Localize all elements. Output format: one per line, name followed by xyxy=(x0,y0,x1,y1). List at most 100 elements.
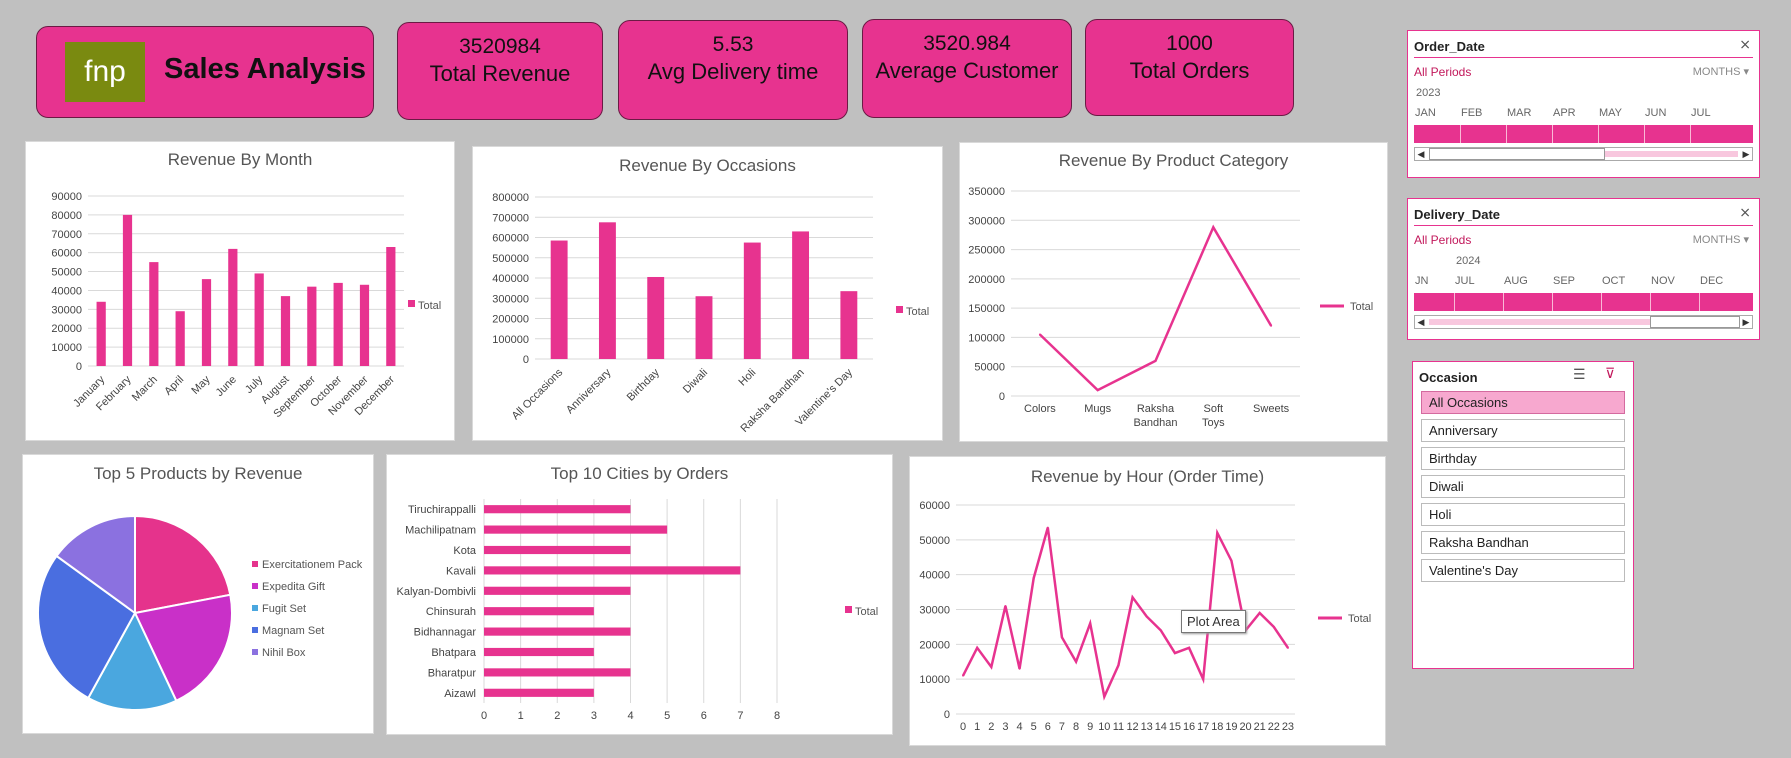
x-tick-label: 23 xyxy=(1282,721,1294,733)
y-tick-label: 500000 xyxy=(492,253,529,265)
clear-filter-icon[interactable]: ⊽ xyxy=(1605,365,1615,382)
y-tick-label: 20000 xyxy=(919,639,950,651)
plot-area-tooltip: Plot Area xyxy=(1181,610,1246,633)
point-8 xyxy=(1075,660,1078,663)
scroll-right-icon[interactable]: ▶ xyxy=(1740,316,1752,328)
x-tick-label: Colors xyxy=(1024,403,1056,415)
legend-swatch xyxy=(252,627,258,633)
granularity-dropdown[interactable]: MONTHS ▾ xyxy=(1693,233,1749,246)
point-23 xyxy=(1286,646,1289,649)
x-tick-label: 7 xyxy=(737,710,743,722)
all-periods-label[interactable]: All Periods xyxy=(1414,65,1471,79)
chart-title: Revenue By Occasions xyxy=(619,156,796,175)
month-label: AUG xyxy=(1504,275,1528,287)
scroll-thumb[interactable] xyxy=(1429,148,1605,160)
y-tick-label: Kalyan-Dombivli xyxy=(397,586,476,598)
chart-top5-products[interactable]: Top 5 Products by Revenue Exercitationem … xyxy=(22,454,374,734)
x-tick-label: 21 xyxy=(1254,721,1266,733)
legend-swatch xyxy=(252,649,258,655)
month-labels: JAN FEB MAR APR MAY JUN JUL xyxy=(1414,107,1753,121)
x-tick-label: 12 xyxy=(1126,721,1138,733)
y-tick-label: 0 xyxy=(76,361,82,373)
delivery-date-timeline-slicer[interactable]: Delivery_Date ⨯ All Periods MONTHS ▾ 202… xyxy=(1407,198,1760,340)
chart-title: Top 5 Products by Revenue xyxy=(94,464,303,483)
chart-revenue-by-hour[interactable]: Revenue by Hour (Order Time) 0 10000 20000 3… xyxy=(909,456,1386,746)
x-tick-label: Mugs xyxy=(1084,403,1111,415)
legend-label: Fugit Set xyxy=(262,603,306,615)
occasion-item-diwali[interactable]: Diwali xyxy=(1421,475,1625,498)
occasion-item-holi[interactable]: Holi xyxy=(1421,503,1625,526)
chart-svg: Top 10 Cities by Orders 0 1 2 3 4 5 6 7 8 Tiruchir… xyxy=(397,464,879,722)
all-periods-label[interactable]: All Periods xyxy=(1414,233,1471,247)
point-6 xyxy=(1046,526,1049,529)
x-tick-label: 3 xyxy=(591,710,597,722)
x-tick-label: 9 xyxy=(1087,721,1093,733)
granularity-dropdown[interactable]: MONTHS ▾ xyxy=(1693,65,1749,78)
occasion-item-raksha-bandhan[interactable]: Raksha Bandhan xyxy=(1421,531,1625,554)
timeline-scrollbar[interactable]: ◀ ▶ xyxy=(1414,315,1753,329)
scroll-left-icon[interactable]: ◀ xyxy=(1415,316,1427,328)
bar-holi xyxy=(743,242,761,359)
x-tick-label: 2 xyxy=(988,721,994,733)
legend-label: Nihil Box xyxy=(262,647,306,659)
point-9 xyxy=(1089,622,1092,625)
occasion-slicer[interactable]: Occasion ☰ ⊽ All Occasions Anniversary B… xyxy=(1412,361,1634,669)
y-tick-label: 30000 xyxy=(51,304,82,316)
occasion-item-birthday[interactable]: Birthday xyxy=(1421,447,1625,470)
kpi-value: 3520.984 xyxy=(923,32,1011,55)
x-tick-label: 13 xyxy=(1141,721,1153,733)
kpi-label: Average Customer xyxy=(875,58,1059,83)
y-tick-label: Machilipatnam xyxy=(405,525,476,537)
y-tick-label: 350000 xyxy=(968,186,1005,198)
kpi-value: 3520984 xyxy=(459,35,541,58)
legend-label: Exercitationem Pack xyxy=(262,559,363,571)
bar-bidhannagar xyxy=(484,627,631,636)
y-tick-label: 10000 xyxy=(51,342,82,354)
point-14 xyxy=(1159,629,1162,632)
chart-top10-cities[interactable]: Top 10 Cities by Orders 0 1 2 3 4 5 6 7 8 Tiruchir… xyxy=(386,454,893,735)
x-tick-label: July xyxy=(243,373,266,396)
y-tick-label: Aizawl xyxy=(444,688,476,700)
point-16 xyxy=(1188,646,1191,649)
month-label: JUN xyxy=(1645,107,1667,119)
bar-october xyxy=(333,282,343,366)
bar-june xyxy=(228,248,238,366)
x-tick-label: 10 xyxy=(1098,721,1110,733)
y-tick-label: Bhatpara xyxy=(431,647,477,659)
y-tick-label: 50000 xyxy=(974,362,1005,374)
x-tick-label: 22 xyxy=(1268,721,1280,733)
month-label: OCT xyxy=(1602,275,1626,287)
chart-title: Revenue By Month xyxy=(168,150,313,169)
chart-revenue-by-product-category[interactable]: Revenue By Product Category 0 50000 100000 1… xyxy=(959,142,1388,442)
occasion-item-valentines-day[interactable]: Valentine's Day xyxy=(1421,559,1625,582)
occasion-item-all-occasions[interactable]: All Occasions xyxy=(1421,391,1625,414)
scroll-left-icon[interactable]: ◀ xyxy=(1415,148,1427,160)
y-tick-label: 40000 xyxy=(51,285,82,297)
month-label: JUL xyxy=(1455,275,1475,287)
series-line-total xyxy=(1039,224,1273,392)
chart-revenue-by-month[interactable]: Revenue By Month 0 10000 20000 30000 40000 500… xyxy=(25,141,455,441)
legend-swatch xyxy=(845,606,852,613)
multi-select-icon[interactable]: ☰ xyxy=(1573,366,1586,383)
order-date-timeline-slicer[interactable]: Order_Date ⨯ All Periods MONTHS ▾ 2023 J… xyxy=(1407,30,1760,178)
x-tick-label: 0 xyxy=(960,721,966,733)
scroll-thumb[interactable] xyxy=(1650,316,1740,328)
occasion-item-anniversary[interactable]: Anniversary xyxy=(1421,419,1625,442)
timeline-scrollbar[interactable]: ◀ ▶ xyxy=(1414,147,1753,161)
legend-label: Total xyxy=(1348,613,1371,625)
x-tick-label: May xyxy=(189,373,213,397)
month-labels: JN JUL AUG SEP OCT NOV DEC xyxy=(1414,275,1753,289)
clear-filter-icon[interactable]: ⨯ xyxy=(1739,204,1751,221)
x-tick-label: 8 xyxy=(1073,721,1079,733)
clear-filter-icon[interactable]: ⨯ xyxy=(1739,36,1751,53)
timeline-period-bar[interactable] xyxy=(1414,293,1753,311)
timeline-period-bar[interactable] xyxy=(1414,125,1753,143)
point-mugs xyxy=(1096,389,1099,392)
scroll-right-icon[interactable]: ▶ xyxy=(1740,148,1752,160)
bar-september xyxy=(307,286,317,366)
chart-title: Revenue by Hour (Order Time) xyxy=(1031,467,1264,486)
x-tick-label: April xyxy=(162,374,186,398)
y-tick-label: Kavali xyxy=(446,565,476,577)
y-tick-label: 300000 xyxy=(968,215,1005,227)
chart-revenue-by-occasions[interactable]: Revenue By Occasions 0 100000 200000 300000 4… xyxy=(472,146,943,441)
